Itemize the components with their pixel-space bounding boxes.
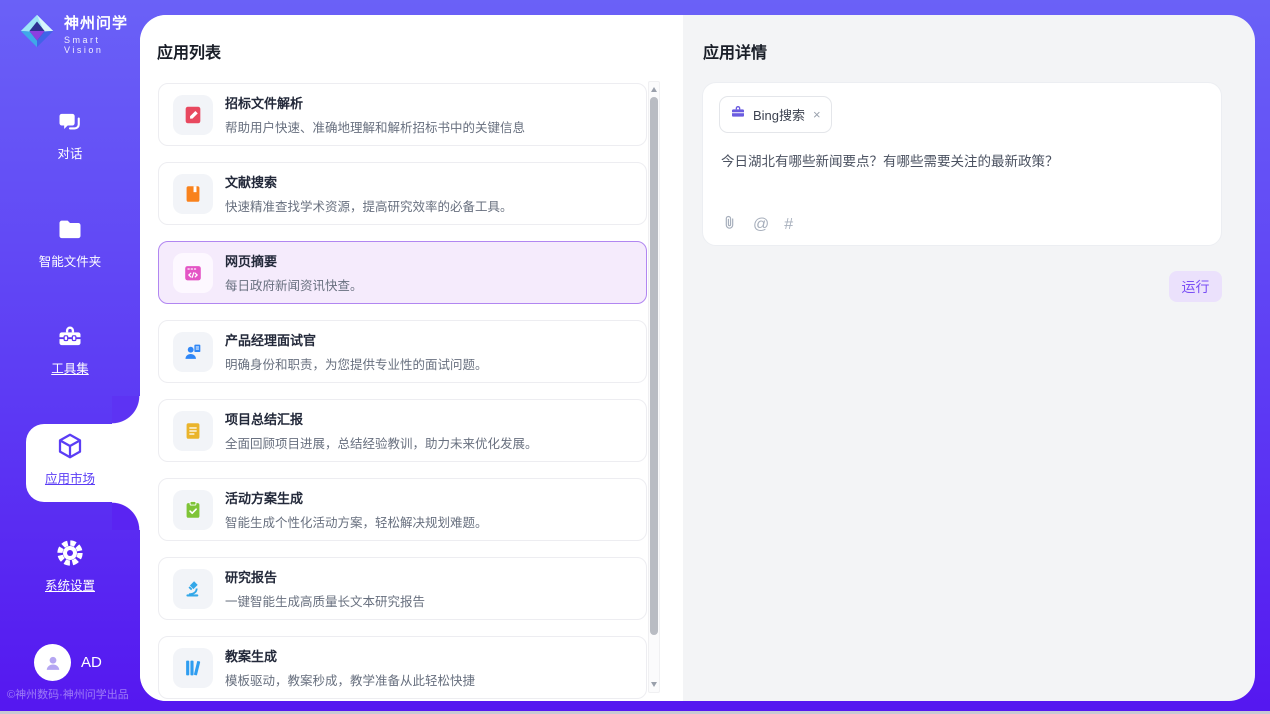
app-card-list: 招标文件解析 帮助用户快速、准确地理解和解析招标书中的关键信息 文献搜索 快速精… bbox=[158, 83, 647, 701]
app-name: 教案生成 bbox=[225, 646, 475, 665]
sidebar-item-label: 系统设置 bbox=[45, 575, 95, 594]
app-name: 招标文件解析 bbox=[225, 93, 525, 112]
app-detail-panel: 应用详情 Bing搜索 × 今日湖北有哪些新闻要点？有哪些需要关注的最新政策？ bbox=[683, 15, 1255, 701]
scrollbar-thumb[interactable] bbox=[650, 97, 658, 635]
summary-doc-icon bbox=[173, 411, 213, 451]
app-desc: 智能生成个性化活动方案，轻松解决规划难题。 bbox=[225, 512, 488, 531]
sidebar-item-settings[interactable]: 系统设置 bbox=[0, 538, 140, 595]
main-content: 应用列表 招标文件解析 帮助用户快速、准确地理解和解析招标书中的关键信息 bbox=[140, 15, 1255, 701]
app-detail-title: 应用详情 bbox=[703, 39, 767, 63]
hash-icon[interactable]: # bbox=[784, 217, 793, 233]
app-card-bid-parse[interactable]: 招标文件解析 帮助用户快速、准确地理解和解析招标书中的关键信息 bbox=[158, 83, 647, 146]
book-icon bbox=[173, 174, 213, 214]
close-icon[interactable]: × bbox=[813, 107, 821, 122]
chat-icon bbox=[0, 108, 140, 136]
clipboard-check-icon bbox=[173, 490, 213, 530]
app-card-pm-interviewer[interactable]: 产品经理面试官 明确身份和职责，为您提供专业性的面试问题。 bbox=[158, 320, 647, 383]
app-name: 产品经理面试官 bbox=[225, 330, 488, 349]
app-desc: 一键智能生成高质量长文本研究报告 bbox=[225, 591, 425, 610]
books-icon bbox=[173, 648, 213, 688]
app-list-scrollbar[interactable] bbox=[648, 81, 660, 693]
input-toolbar: @ # bbox=[721, 214, 793, 236]
app-logo: 神州问学 Smart Vision bbox=[18, 12, 140, 55]
microscope-icon bbox=[173, 569, 213, 609]
scroll-down-arrow-icon[interactable] bbox=[649, 678, 659, 691]
prompt-text[interactable]: 今日湖北有哪些新闻要点？有哪些需要关注的最新政策？ bbox=[721, 152, 1203, 172]
interviewer-icon bbox=[173, 332, 213, 372]
paperclip-icon[interactable] bbox=[721, 214, 738, 236]
app-desc: 明确身份和职责，为您提供专业性的面试问题。 bbox=[225, 354, 488, 373]
sidebar-item-toolset[interactable]: 工具集 bbox=[0, 323, 140, 378]
sidebar-item-label: 对话 bbox=[57, 143, 82, 162]
user-account[interactable]: AD bbox=[34, 644, 102, 681]
tool-chip-label: Bing搜索 bbox=[753, 105, 805, 124]
logo-subtitle: Smart Vision bbox=[64, 35, 140, 55]
app-desc: 快速精准查找学术资源，提高研究效率的必备工具。 bbox=[225, 196, 513, 215]
app-desc: 全面回顾项目进展，总结经验教训，助力未来优化发展。 bbox=[225, 433, 538, 452]
briefcase-icon bbox=[730, 104, 746, 125]
at-icon[interactable]: @ bbox=[753, 217, 769, 233]
diamond-logo-icon bbox=[18, 12, 56, 55]
cube-icon bbox=[0, 431, 140, 461]
gear-icon bbox=[0, 538, 140, 568]
app-name: 项目总结汇报 bbox=[225, 409, 538, 428]
prompt-card[interactable]: Bing搜索 × 今日湖北有哪些新闻要点？有哪些需要关注的最新政策？ @ # bbox=[702, 82, 1222, 246]
app-card-research-report[interactable]: 研究报告 一键智能生成高质量长文本研究报告 bbox=[158, 557, 647, 620]
app-name: 活动方案生成 bbox=[225, 488, 488, 507]
app-desc: 每日政府新闻资讯快查。 bbox=[225, 275, 363, 294]
document-edit-icon bbox=[173, 95, 213, 135]
webpage-code-icon bbox=[173, 253, 213, 293]
user-name: AD bbox=[81, 654, 102, 671]
app-card-literature-search[interactable]: 文献搜索 快速精准查找学术资源，提高研究效率的必备工具。 bbox=[158, 162, 647, 225]
logo-title: 神州问学 bbox=[64, 12, 140, 33]
copyright-footer: ©神州数码·神州问学出品 bbox=[7, 686, 137, 702]
sidebar-item-smart-folder[interactable]: 智能文件夹 bbox=[0, 216, 140, 271]
app-card-web-summary[interactable]: 网页摘要 每日政府新闻资讯快查。 bbox=[158, 241, 647, 304]
sidebar-item-label: 智能文件夹 bbox=[39, 251, 102, 270]
sidebar-item-label: 应用市场 bbox=[45, 468, 95, 487]
sidebar-item-label: 工具集 bbox=[51, 358, 89, 377]
app-card-project-summary[interactable]: 项目总结汇报 全面回顾项目进展，总结经验教训，助力未来优化发展。 bbox=[158, 399, 647, 462]
app-name: 文献搜索 bbox=[225, 172, 513, 191]
app-list-title: 应用列表 bbox=[157, 39, 221, 63]
app-name: 网页摘要 bbox=[225, 251, 363, 270]
avatar bbox=[34, 644, 71, 681]
app-card-event-plan[interactable]: 活动方案生成 智能生成个性化活动方案，轻松解决规划难题。 bbox=[158, 478, 647, 541]
app-desc: 模板驱动，教案秒成，教学准备从此轻松快捷 bbox=[225, 670, 475, 689]
app-list-panel: 应用列表 招标文件解析 帮助用户快速、准确地理解和解析招标书中的关键信息 bbox=[140, 15, 683, 701]
sidebar-item-app-market[interactable]: 应用市场 bbox=[0, 431, 140, 488]
folder-icon bbox=[0, 216, 140, 244]
sidebar: 神州问学 Smart Vision 对话 智能文件夹 bbox=[0, 0, 140, 711]
tool-chip-bing-search[interactable]: Bing搜索 × bbox=[719, 96, 832, 133]
app-name: 研究报告 bbox=[225, 567, 425, 586]
scroll-up-arrow-icon[interactable] bbox=[649, 83, 659, 96]
app-desc: 帮助用户快速、准确地理解和解析招标书中的关键信息 bbox=[225, 117, 525, 136]
app-card-lesson-plan[interactable]: 教案生成 模板驱动，教案秒成，教学准备从此轻松快捷 bbox=[158, 636, 647, 699]
toolbox-icon bbox=[0, 323, 140, 351]
sidebar-item-chat[interactable]: 对话 bbox=[0, 108, 140, 163]
run-button[interactable]: 运行 bbox=[1169, 271, 1222, 302]
